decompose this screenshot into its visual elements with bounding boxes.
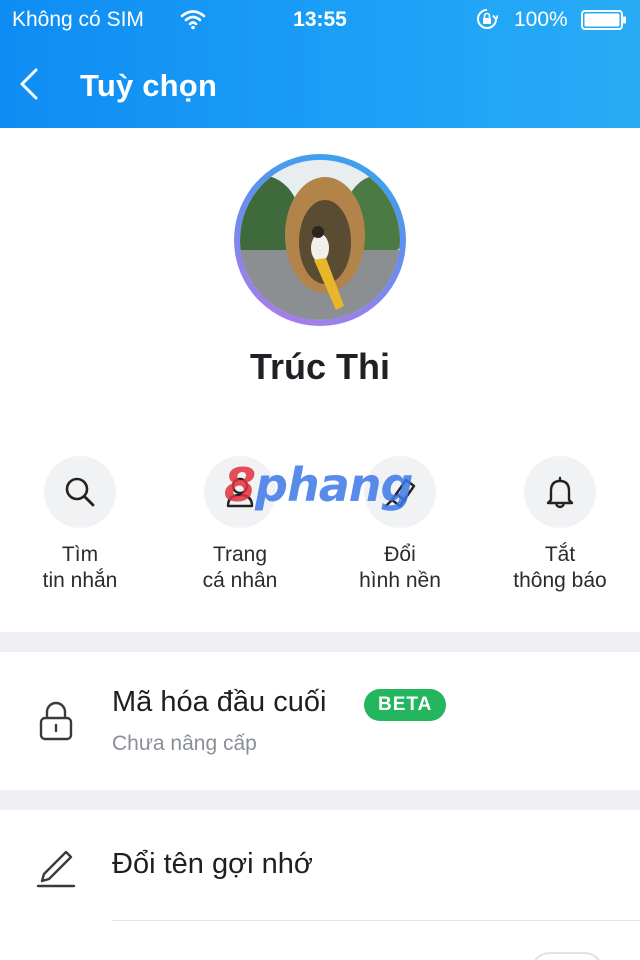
- rename-label: Đổi tên gợi nhớ: [112, 848, 313, 880]
- page-title: Tuỳ chọn: [80, 68, 218, 103]
- action-circle: [44, 456, 116, 528]
- encryption-subtitle: Chưa nâng cấp: [112, 732, 257, 755]
- action-circle: [524, 456, 596, 528]
- chevron-left-icon[interactable]: [14, 64, 44, 104]
- action-label-line: tin nhắn: [42, 569, 118, 592]
- action-label-line: Trang: [212, 543, 268, 566]
- toggle-switch[interactable]: [530, 952, 604, 960]
- avatar-photo: [240, 160, 400, 320]
- encryption-row[interactable]: [0, 652, 640, 790]
- row-divider: [112, 920, 640, 921]
- orientation-lock-icon: [477, 9, 498, 29]
- lock-icon: [39, 701, 73, 741]
- action-label-line: Tắt: [544, 543, 576, 566]
- nav-bar: Tuỳ chọn: [0, 56, 640, 116]
- encryption-title: Mã hóa đầu cuối: [112, 686, 327, 718]
- action-label-line: hình nền: [359, 569, 441, 592]
- status-bar: Không có SIM 13:55 100%: [0, 0, 640, 40]
- action-label: Tìm tin nhắn: [0, 542, 160, 594]
- watermark-part: 8: [224, 458, 256, 512]
- search-messages-button[interactable]: Tìm tin nhắn: [0, 456, 160, 594]
- action-label-line: Tìm: [61, 543, 99, 566]
- pencil-icon: [36, 850, 76, 888]
- beta-badge: BETA: [364, 689, 447, 721]
- action-label: Trang cá nhân: [160, 542, 320, 594]
- battery-icon: [581, 10, 626, 30]
- contact-name: Trúc Thi: [249, 346, 390, 387]
- mute-notifications-button[interactable]: Tắt thông báo: [480, 456, 640, 594]
- rename-row[interactable]: [0, 810, 640, 920]
- watermark-part: phang: [255, 458, 413, 512]
- action-label-line: thông báo: [513, 569, 607, 592]
- avatar[interactable]: [240, 160, 400, 320]
- battery-percent: 100%: [514, 8, 568, 31]
- action-label: Tắt thông báo: [480, 542, 640, 594]
- watermark-logo: 8phang: [224, 458, 413, 512]
- action-label-line: Đổi: [384, 543, 416, 566]
- section-separator: [0, 632, 640, 652]
- bell-icon: [546, 476, 574, 509]
- action-label: Đổi hình nền: [320, 542, 480, 594]
- action-label-line: cá nhân: [202, 569, 278, 592]
- search-icon: [65, 477, 95, 507]
- app-header: Không có SIM 13:55 100% Tuỳ chọn: [0, 0, 640, 128]
- section-separator: [0, 790, 640, 810]
